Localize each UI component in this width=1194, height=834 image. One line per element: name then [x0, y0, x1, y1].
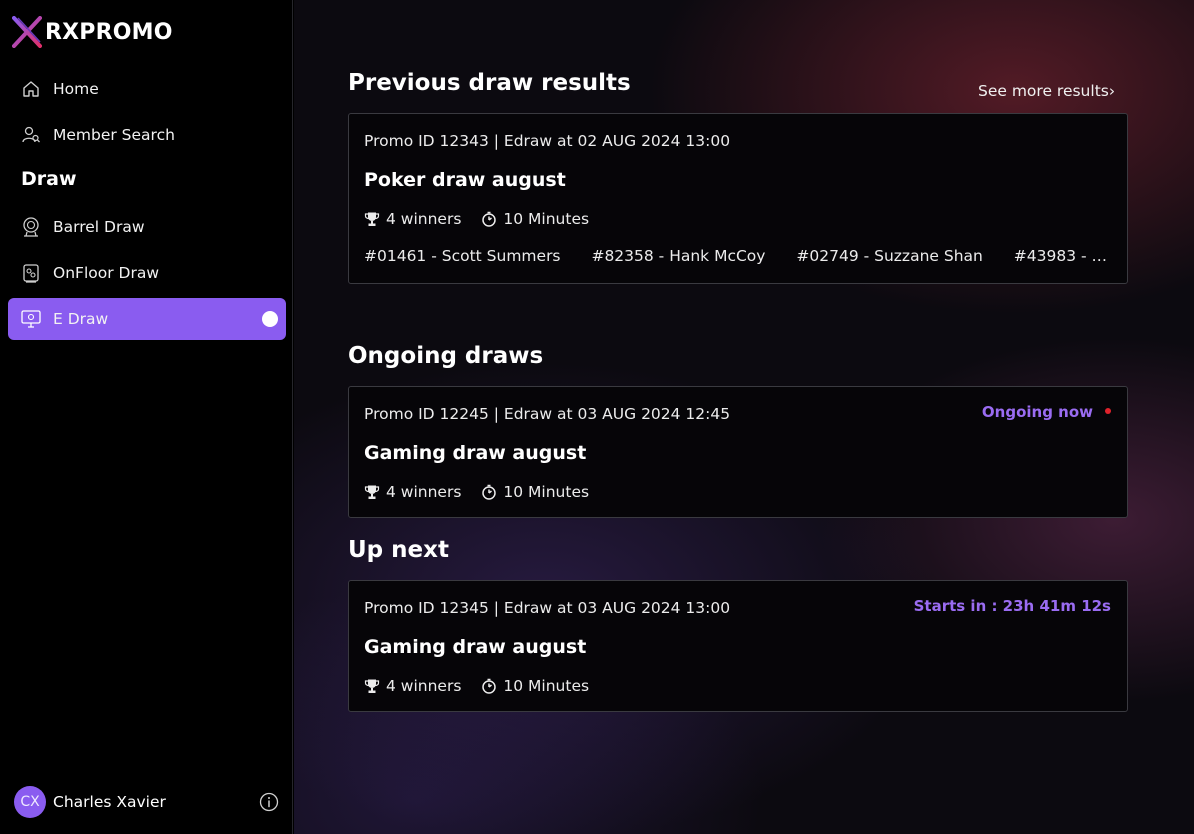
user-name: Charles Xavier — [53, 793, 166, 811]
winner-entry: #01461 - Scott Summers — [364, 247, 561, 265]
countdown-text: Starts in : 23h 41m 12s — [913, 597, 1111, 615]
draw-stats: 4 winners 10 Minutes — [364, 209, 589, 229]
info-icon[interactable] — [258, 791, 280, 813]
section-label-draw: Draw — [21, 168, 77, 190]
e-draw-icon — [20, 308, 42, 330]
sidebar-item-label: OnFloor Draw — [53, 264, 159, 282]
up-next-draw-card[interactable]: Promo ID 12345 | Edraw at 03 AUG 2024 13… — [348, 580, 1128, 712]
status-text: Ongoing now — [981, 403, 1093, 421]
winner-entry: #82358 - Hank McCoy — [591, 247, 766, 265]
sidebar-item-home[interactable]: Home — [8, 68, 286, 110]
draw-stats: 4 winners 10 Minutes — [364, 482, 589, 502]
winners-count: 4 winners — [386, 677, 462, 695]
draw-title: Gaming draw august — [364, 636, 587, 658]
active-indicator — [262, 311, 278, 327]
x-logo-icon — [12, 16, 42, 48]
previous-results-heading: Previous draw results — [348, 70, 631, 96]
ongoing-draw-card[interactable]: Promo ID 12245 | Edraw at 03 AUG 2024 12… — [348, 386, 1128, 518]
ongoing-draws-heading: Ongoing draws — [348, 343, 544, 369]
draw-meta: Promo ID 12345 | Edraw at 03 AUG 2024 13… — [364, 599, 731, 617]
barrel-draw-icon — [20, 216, 42, 238]
see-more-results-link[interactable]: See more results› — [978, 82, 1115, 100]
up-next-heading: Up next — [348, 537, 449, 563]
draw-meta: Promo ID 12245 | Edraw at 03 AUG 2024 12… — [364, 405, 731, 423]
sidebar-item-member-search[interactable]: Member Search — [8, 114, 286, 156]
avatar[interactable]: CX — [14, 786, 46, 818]
timer-icon — [482, 484, 497, 500]
duration-value: 10 Minutes — [503, 210, 590, 228]
status-badge: Starts in : 23h 41m 12s — [914, 597, 1111, 615]
member-search-icon — [20, 124, 42, 146]
sidebar-item-label: Barrel Draw — [53, 218, 145, 236]
timer-icon — [482, 678, 497, 694]
duration-stat: 10 Minutes — [481, 483, 589, 501]
home-icon — [20, 78, 42, 100]
winners-stat: 4 winners — [364, 210, 461, 228]
draw-meta: Promo ID 12343 | Edraw at 02 AUG 2024 13… — [364, 132, 731, 150]
winners-count: 4 winners — [386, 483, 462, 501]
trophy-icon — [364, 212, 380, 226]
previous-draw-card[interactable]: Promo ID 12343 | Edraw at 02 AUG 2024 13… — [348, 113, 1128, 284]
sidebar-item-onfloor-draw[interactable]: OnFloor Draw — [8, 252, 286, 294]
draw-title: Poker draw august — [364, 169, 566, 191]
user-profile[interactable]: CX Charles Xavier — [14, 786, 280, 818]
status-badge: Ongoing now — [982, 403, 1111, 421]
draw-stats: 4 winners 10 Minutes — [364, 676, 589, 696]
duration-stat: 10 Minutes — [481, 210, 589, 228]
trophy-icon — [364, 485, 380, 499]
duration-stat: 10 Minutes — [481, 677, 589, 695]
winner-entry: #43983 - Eri... — [1013, 247, 1116, 265]
duration-value: 10 Minutes — [503, 483, 590, 501]
winners-stat: 4 winners — [364, 483, 461, 501]
winners-count: 4 winners — [386, 210, 462, 228]
winner-entry: #02749 - Suzzane Shan — [796, 247, 983, 265]
sidebar-item-label: E Draw — [53, 310, 109, 328]
onfloor-draw-icon — [20, 262, 42, 284]
sidebar: RXPROMO Home Member Search Draw Barrel D… — [0, 0, 293, 834]
sidebar-item-label: Home — [53, 80, 99, 98]
app-logo[interactable]: RXPROMO — [12, 15, 173, 49]
trophy-icon — [364, 679, 380, 693]
duration-value: 10 Minutes — [503, 677, 590, 695]
sidebar-item-barrel-draw[interactable]: Barrel Draw — [8, 206, 286, 248]
timer-icon — [482, 211, 497, 227]
main-content: Previous draw results See more results› … — [294, 0, 1194, 834]
live-dot-icon — [1105, 408, 1111, 414]
winners-stat: 4 winners — [364, 677, 461, 695]
sidebar-item-e-draw[interactable]: E Draw — [8, 298, 286, 340]
app-name: RXPROMO — [45, 19, 173, 45]
winner-list: #01461 - Scott Summers #82358 - Hank McC… — [364, 247, 1116, 265]
sidebar-item-label: Member Search — [53, 126, 175, 144]
draw-title: Gaming draw august — [364, 442, 587, 464]
